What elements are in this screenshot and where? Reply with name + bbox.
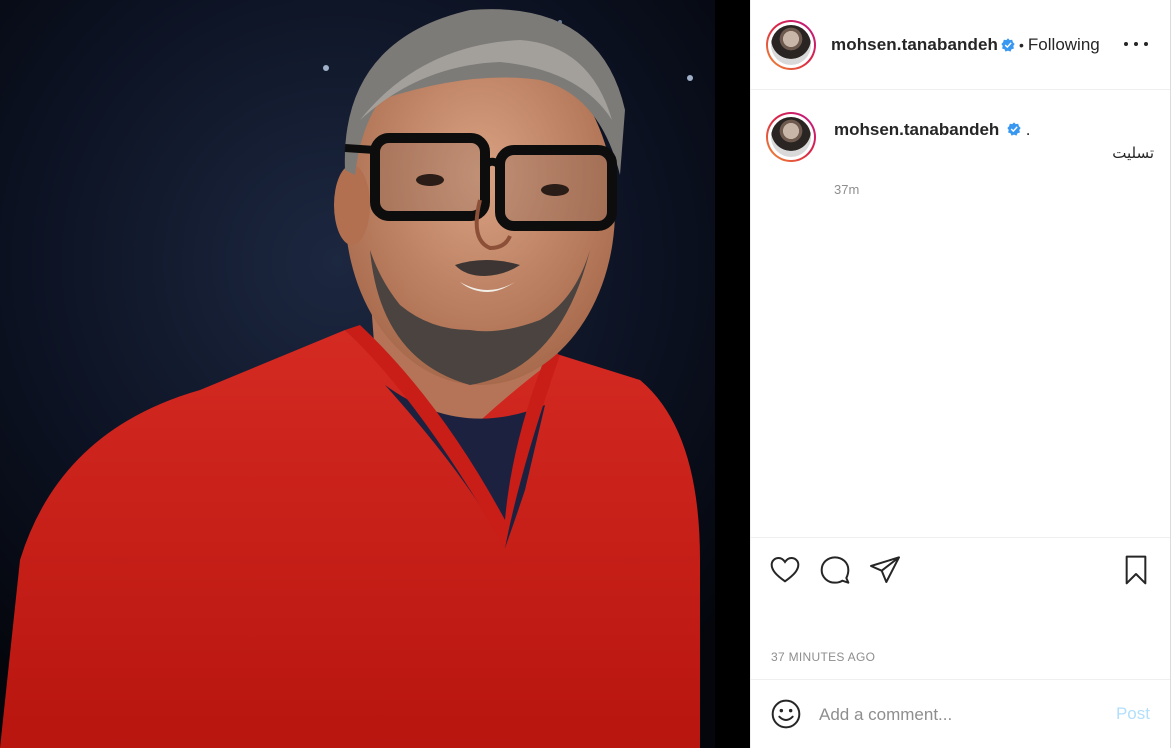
- following-button[interactable]: Following: [1028, 35, 1100, 55]
- post-side-panel: mohsen.tanabandeh • Following mohsen.tan…: [750, 0, 1171, 748]
- caption-verified-badge-icon: [1007, 122, 1021, 136]
- caption-trailing-text: .: [1025, 120, 1031, 139]
- post-header: mohsen.tanabandeh • Following: [751, 0, 1170, 90]
- caption-body: mohsen.tanabandeh . تسلیت: [834, 120, 1154, 162]
- caption-age[interactable]: 37m: [834, 182, 859, 197]
- post-photo[interactable]: [0, 0, 750, 748]
- verified-badge-icon: [1001, 37, 1015, 52]
- paper-plane-icon[interactable]: [869, 554, 901, 586]
- post-comment-button[interactable]: Post: [1116, 704, 1150, 724]
- caption-avatar[interactable]: [771, 117, 811, 157]
- header-separator: •: [1019, 36, 1024, 53]
- portrait-image: [0, 0, 750, 748]
- smiley-icon[interactable]: [770, 698, 802, 730]
- instagram-post: mohsen.tanabandeh • Following mohsen.tan…: [0, 0, 1171, 748]
- avatar[interactable]: [771, 24, 811, 65]
- bookmark-icon[interactable]: [1120, 554, 1152, 586]
- caption-username[interactable]: mohsen.tanabandeh: [834, 120, 999, 139]
- caption-avatar-ring[interactable]: [766, 112, 816, 162]
- more-options-icon[interactable]: [1124, 32, 1148, 56]
- post-timestamp[interactable]: 37 MINUTES AGO: [771, 650, 875, 664]
- caption-text: تسلیت: [1112, 144, 1154, 162]
- heart-icon[interactable]: [769, 554, 801, 586]
- post-actions: [751, 537, 1170, 601]
- avatar-story-ring[interactable]: [766, 19, 816, 70]
- comment-input[interactable]: [819, 702, 1099, 728]
- header-username[interactable]: mohsen.tanabandeh: [831, 35, 998, 55]
- comment-bar: Post: [751, 679, 1170, 748]
- comment-icon[interactable]: [819, 554, 851, 586]
